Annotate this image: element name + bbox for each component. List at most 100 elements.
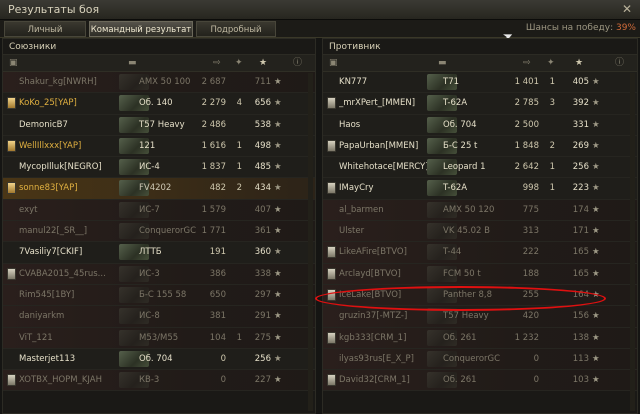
player-name: LikeAFire[BTVO] xyxy=(339,247,407,258)
kills-value: 1 xyxy=(549,162,555,173)
tank-column-icon[interactable]: ▬ xyxy=(128,58,137,69)
damage-value: 482 xyxy=(209,183,226,194)
damage-value: 2 687 xyxy=(201,77,226,87)
medal-icon xyxy=(327,97,336,110)
damage-value: 191 xyxy=(209,247,226,258)
player-row[interactable]: XOTBX_HOPM_KJAH КВ-3 0 227 ★ xyxy=(3,370,315,392)
allies-column-header: ▣ ▬ ⇨ ✦ ★ ⓘ xyxy=(3,55,315,72)
xp-column-icon[interactable]: ★ xyxy=(259,58,267,69)
player-name: daniyarkm xyxy=(19,311,65,322)
enemies-panel: Противник ▣ ▬ ⇨ ✦ ★ ⓘ KN777 T71 1 401 1 405 ★… xyxy=(322,38,638,414)
squad-column-icon[interactable]: ▣ xyxy=(9,58,18,69)
player-row[interactable]: IMayCry T-62A 998 1 223 ★ xyxy=(323,178,637,200)
star-icon: ★ xyxy=(592,226,600,237)
tank-name: Б-С 155 58 xyxy=(139,289,187,300)
xp-value: 165 xyxy=(572,247,589,258)
player-row[interactable]: LikeAFire[BTVO] T-44 222 165 ★ xyxy=(323,242,637,264)
player-row[interactable]: MycopIlluk[NEGRO] ИС-4 1 837 1 485 ★ xyxy=(3,157,315,179)
tank-name: FCM 50 t xyxy=(443,268,481,279)
kills-column-icon[interactable]: ✦ xyxy=(235,58,243,69)
xp-value: 113 xyxy=(572,353,589,364)
player-row[interactable]: PapaUrban[MMEN] Б-С 25 t 1 848 2 269 ★ xyxy=(323,135,637,158)
tank-name: ИС-3 xyxy=(139,268,160,279)
xp-value: 291 xyxy=(254,311,271,322)
tank-name: ИС-4 xyxy=(139,162,160,173)
damage-value: 0 xyxy=(220,353,226,364)
info-column-icon[interactable]: ⓘ xyxy=(293,58,302,69)
tank-name: T-62A xyxy=(443,98,468,109)
player-row[interactable]: Rim545[1BY] Б-С 155 58 650 297 ★ xyxy=(3,284,315,307)
squad-column-icon[interactable]: ▣ xyxy=(329,58,338,69)
tab-personal-result[interactable]: Личный результат xyxy=(4,21,86,51)
kills-value: 1 xyxy=(549,77,555,87)
player-row[interactable]: ViT_121 M53/M55 104 1 275 ★ xyxy=(3,327,315,349)
xp-value: 269 xyxy=(572,140,589,151)
star-icon: ★ xyxy=(592,140,600,151)
player-row[interactable]: Masterjet113 Об. 704 0 256 ★ xyxy=(3,348,315,371)
player-row[interactable]: IceLake[BTVO] Panther 8,8 255 164 ★ xyxy=(323,284,637,307)
player-row[interactable]: CVABA2015_45rus... ИС-3 386 338 ★ xyxy=(3,263,315,285)
player-row[interactable]: manul22[_SR__] ConquerorGC 1 771 361 ★ xyxy=(3,221,315,243)
player-row[interactable]: ilyas93rus[E_X_P] ConquerorGC 0 113 ★ xyxy=(323,348,637,371)
player-row[interactable]: WellIllxxx[YAP] 121 1 616 1 498 ★ xyxy=(3,135,315,158)
player-row[interactable]: Shakur_kg[NWRH] AMX 50 100 2 687 711 ★ xyxy=(3,72,315,94)
allies-list: Shakur_kg[NWRH] AMX 50 100 2 687 711 ★ KoKo_2… xyxy=(3,72,315,392)
medal-icon xyxy=(327,267,336,280)
title-bar: Результаты боя ✕ xyxy=(0,0,640,20)
kills-value: 3 xyxy=(549,98,555,109)
player-row[interactable]: gruzin37[-MTZ-] T57 Heavy 420 156 ★ xyxy=(323,306,637,328)
xp-value: 331 xyxy=(572,119,589,130)
star-icon: ★ xyxy=(274,375,282,386)
xp-value: 407 xyxy=(254,204,271,215)
player-row[interactable]: KoKo_25[YAP] Об. 140 2 279 4 656 ★ xyxy=(3,93,315,115)
kills-column-icon[interactable]: ✦ xyxy=(547,58,555,69)
tank-name: Об. 704 xyxy=(443,119,477,130)
damage-column-icon[interactable]: ⇨ xyxy=(213,58,221,69)
star-icon: ★ xyxy=(592,77,600,87)
player-name: Rim545[1BY] xyxy=(19,289,75,300)
medal-icon xyxy=(7,139,16,152)
close-icon[interactable]: ✕ xyxy=(620,2,634,16)
medal-icon xyxy=(327,182,336,195)
star-icon: ★ xyxy=(274,268,282,279)
tank-name: 121 xyxy=(139,140,156,151)
info-column-icon[interactable]: ⓘ xyxy=(615,58,624,69)
allies-scrollbar[interactable] xyxy=(308,73,313,411)
star-icon: ★ xyxy=(592,162,600,173)
player-row[interactable]: DemonicB7 T57 Heavy 2 486 538 ★ xyxy=(3,114,315,136)
player-row[interactable]: 7Vasiliy7[CKIF] ЛТТБ 191 360 ★ xyxy=(3,242,315,264)
player-row[interactable]: Arclayd[BTVO] FCM 50 t 188 165 ★ xyxy=(323,263,637,285)
player-row[interactable]: Ulster VK 45.02 B 313 171 ★ xyxy=(323,221,637,243)
enemies-scrollbar[interactable] xyxy=(630,73,635,411)
tab-team-result[interactable]: Командный результат xyxy=(89,21,193,37)
damage-column-icon[interactable]: ⇨ xyxy=(523,58,531,69)
damage-value: 2 642 xyxy=(514,162,539,173)
player-row[interactable]: KN777 T71 1 401 1 405 ★ xyxy=(323,72,637,94)
medal-icon xyxy=(327,139,336,152)
player-row[interactable]: _mrXPert_[MMEN] T-62A 2 785 3 392 ★ xyxy=(323,93,637,115)
damage-value: 255 xyxy=(522,289,539,300)
medal-icon xyxy=(7,267,16,280)
player-row[interactable]: Whitehotace[MERCY] Leopard 1 2 642 1 256 ★ xyxy=(323,157,637,179)
damage-value: 0 xyxy=(533,375,539,386)
player-name: exyt xyxy=(19,204,38,215)
player-row[interactable]: al_barmen AMX 50 120 775 174 ★ xyxy=(323,199,637,222)
tank-name: T57 Heavy xyxy=(443,311,489,322)
player-row[interactable]: exyt ИС-7 1 579 407 ★ xyxy=(3,199,315,222)
player-name: Masterjet113 xyxy=(19,353,76,364)
star-icon: ★ xyxy=(274,289,282,300)
xp-value: 498 xyxy=(254,140,271,151)
tank-name: M53/M55 xyxy=(139,332,179,343)
player-row[interactable]: kgb333[CRM_1] Об. 261 1 232 138 ★ xyxy=(323,327,637,349)
tab-detailed-report[interactable]: Подробный отчёт xyxy=(196,21,276,51)
tank-column-icon[interactable]: ▬ xyxy=(438,58,447,69)
xp-column-icon[interactable]: ★ xyxy=(575,58,583,69)
star-icon: ★ xyxy=(274,332,282,343)
player-row[interactable]: David32[CRM_1] Об. 261 0 103 ★ xyxy=(323,370,637,392)
player-row[interactable]: Haos Об. 704 2 500 331 ★ xyxy=(323,114,637,136)
tank-name: ConquerorGC xyxy=(443,353,501,364)
player-row[interactable]: daniyarkm ИС-8 381 291 ★ xyxy=(3,306,315,328)
star-icon: ★ xyxy=(274,353,282,364)
player-row[interactable]: sonne83[YAP] FV4202 482 2 434 ★ xyxy=(3,178,315,200)
tank-name: AMX 50 120 xyxy=(443,204,495,215)
